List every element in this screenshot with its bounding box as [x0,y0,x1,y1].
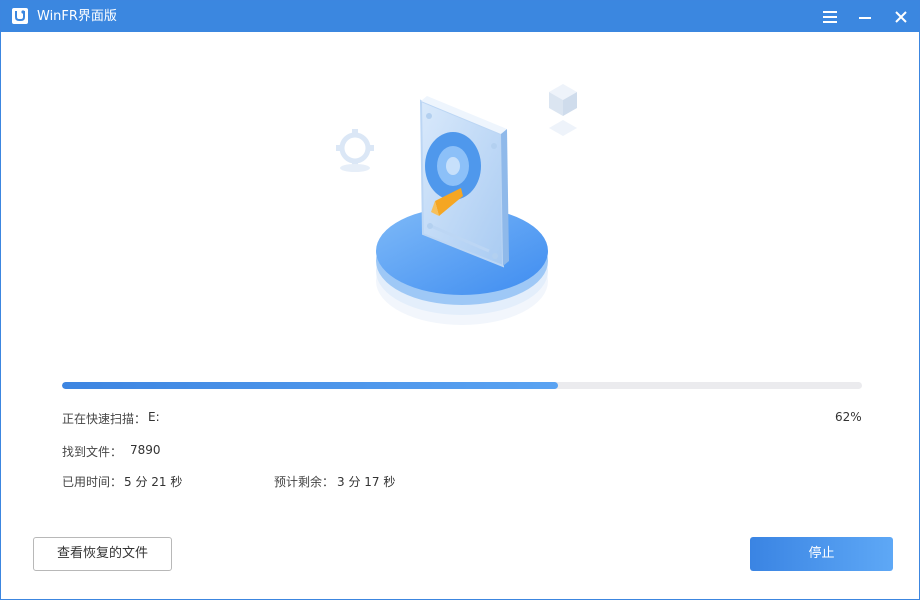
title-bar: WinFR界面版 [1,1,919,32]
scan-progress-fill [62,382,558,389]
scan-drive-value: E: [148,410,160,424]
elapsed-time-label: 已用时间： [62,475,123,489]
remaining-time-label: 预计剩余： [274,475,335,489]
view-recovered-files-button[interactable]: 查看恢复的文件 [33,537,172,571]
scan-status-label: 正在快速扫描： [62,412,147,426]
elapsed-time-value: 5 分 21 秒 [124,475,183,489]
minimize-icon[interactable] [849,1,881,32]
found-files-count: 7890 [130,443,161,457]
hard-drive-scan-illustration [331,76,591,336]
stop-button[interactable]: 停止 [750,537,893,571]
found-files-label: 找到文件： [62,445,123,459]
scan-progress-bar [62,382,862,389]
remaining-time-value: 3 分 17 秒 [337,475,396,489]
scan-percent-value: 62% [835,410,862,424]
window-title: WinFR界面版 [37,9,117,24]
app-logo-icon [12,8,28,24]
close-icon[interactable] [885,1,917,32]
app-window: WinFR界面版 正在快速扫描： E: 62% 找到文件： 7890 已用时间：… [0,0,920,600]
hamburger-menu-icon[interactable] [814,1,846,32]
